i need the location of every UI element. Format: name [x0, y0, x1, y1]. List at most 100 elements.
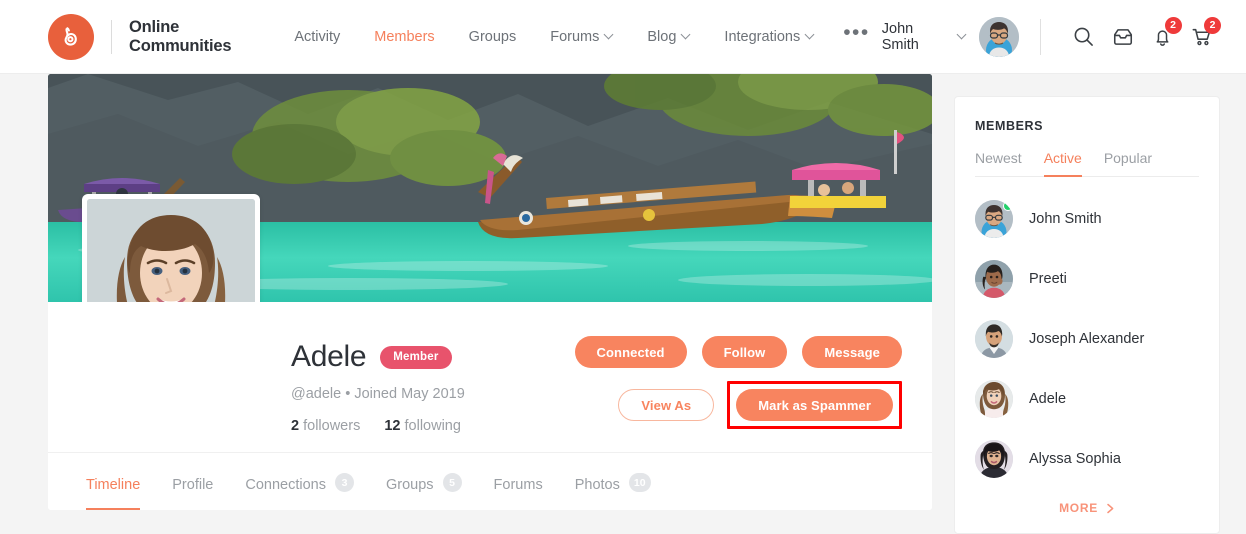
- members-widget: MEMBERS Newest Active Popular: [954, 96, 1220, 534]
- tab-count-badge: 5: [443, 473, 462, 492]
- profile-counts: 2 followers 12 following: [291, 418, 465, 434]
- tab-label: Timeline: [86, 477, 140, 493]
- profile-body: Adele Member @adele • Joined May 2019 2 …: [48, 302, 932, 452]
- main-column: Adele Member @adele • Joined May 2019 2 …: [48, 74, 932, 527]
- secondary-action-row: View As Mark as Spammer: [618, 381, 902, 429]
- nav-label: Groups: [469, 29, 517, 45]
- tab-label: Connections: [245, 477, 326, 493]
- chevron-down-icon[interactable]: [958, 31, 965, 39]
- tab-count-badge: 10: [629, 473, 651, 492]
- brand-name: Online Communities: [129, 18, 231, 55]
- search-icon[interactable]: [1068, 20, 1099, 54]
- avatar[interactable]: [979, 17, 1019, 57]
- tab-label: Groups: [386, 477, 434, 493]
- sidebar: MEMBERS Newest Active Popular: [954, 74, 1220, 527]
- current-user-name[interactable]: John Smith: [882, 21, 949, 53]
- following-number: 12: [384, 418, 400, 434]
- avatar: [975, 260, 1013, 298]
- connected-button[interactable]: Connected: [575, 336, 687, 368]
- member-name: John Smith: [1029, 211, 1102, 227]
- nav-label: Blog: [647, 29, 676, 45]
- member-name: Adele: [1029, 391, 1066, 407]
- header-right: John Smith: [882, 17, 1218, 57]
- more-label: MORE: [1059, 501, 1098, 515]
- highlight-box: Mark as Spammer: [727, 381, 902, 429]
- tab-label: Photos: [575, 477, 620, 493]
- list-item[interactable]: Joseph Alexander: [975, 309, 1199, 369]
- widget-tab-popular[interactable]: Popular: [1104, 150, 1152, 176]
- follow-button[interactable]: Follow: [702, 336, 788, 368]
- nav-item-integrations[interactable]: Integrations: [707, 29, 831, 45]
- nav-item-forums[interactable]: Forums: [533, 29, 630, 45]
- list-item[interactable]: Alyssa Sophia: [975, 429, 1199, 489]
- list-item[interactable]: John Smith: [975, 189, 1199, 249]
- nav-item-activity[interactable]: Activity: [277, 29, 357, 45]
- nav-more-icon[interactable]: •••: [831, 28, 882, 46]
- avatar: [975, 200, 1013, 238]
- following-count[interactable]: 12 following: [384, 418, 461, 434]
- followers-number: 2: [291, 418, 299, 434]
- following-label: following: [405, 418, 461, 434]
- widget-tab-active[interactable]: Active: [1044, 150, 1082, 176]
- followers-label: followers: [303, 418, 360, 434]
- more-link[interactable]: MORE: [975, 501, 1199, 515]
- members-widget-title: MEMBERS: [975, 119, 1199, 133]
- member-name: Joseph Alexander: [1029, 331, 1144, 347]
- avatar: [975, 440, 1013, 478]
- avatar: [975, 320, 1013, 358]
- widget-tab-label: Newest: [975, 150, 1022, 166]
- site-header: Online Communities Activity Members Grou…: [0, 0, 1246, 74]
- notification-bell-icon[interactable]: 2: [1147, 20, 1178, 54]
- nav-item-members[interactable]: Members: [357, 29, 451, 45]
- shopping-cart-icon[interactable]: 2: [1187, 20, 1218, 54]
- tab-forums[interactable]: Forums: [478, 453, 559, 510]
- tab-label: Forums: [494, 477, 543, 493]
- list-item[interactable]: Adele: [975, 369, 1199, 429]
- nav-item-blog[interactable]: Blog: [630, 29, 707, 45]
- tab-count-badge: 3: [335, 473, 354, 492]
- brand[interactable]: Online Communities: [48, 14, 231, 60]
- list-item[interactable]: Preeti: [975, 249, 1199, 309]
- page-title: Adele: [291, 340, 366, 374]
- brand-divider: [111, 20, 112, 54]
- tab-profile[interactable]: Profile: [156, 453, 229, 510]
- profile-card: Adele Member @adele • Joined May 2019 2 …: [48, 74, 932, 510]
- tab-connections[interactable]: Connections 3: [229, 453, 370, 510]
- main-navigation: Activity Members Groups Forums Blog Inte…: [277, 28, 881, 46]
- brand-name-line1: Online: [129, 18, 231, 37]
- online-status-dot: [1003, 201, 1013, 211]
- tab-groups[interactable]: Groups 5: [370, 453, 478, 510]
- nav-label: Activity: [294, 29, 340, 45]
- primary-action-row: Connected Follow Message: [575, 336, 902, 368]
- inbox-icon[interactable]: [1108, 20, 1139, 54]
- tab-timeline[interactable]: Timeline: [70, 453, 156, 510]
- mark-as-spammer-button[interactable]: Mark as Spammer: [736, 389, 893, 421]
- cover-photo[interactable]: [48, 74, 932, 302]
- chevron-down-icon: [682, 31, 690, 39]
- member-name: Preeti: [1029, 271, 1067, 287]
- profile-avatar-frame[interactable]: [82, 194, 260, 302]
- tab-label: Profile: [172, 477, 213, 493]
- chevron-down-icon: [806, 31, 814, 39]
- brand-name-line2: Communities: [129, 37, 231, 56]
- tab-photos[interactable]: Photos 10: [559, 453, 667, 510]
- page-body: Adele Member @adele • Joined May 2019 2 …: [0, 74, 1246, 527]
- status-badge: Member: [380, 346, 451, 369]
- widget-tab-label: Active: [1044, 150, 1082, 166]
- nav-item-groups[interactable]: Groups: [452, 29, 534, 45]
- view-as-button[interactable]: View As: [618, 389, 714, 421]
- header-divider: [1040, 19, 1041, 55]
- profile-tabs: Timeline Profile Connections 3 Groups 5 …: [48, 452, 932, 510]
- cart-count-badge: 2: [1204, 17, 1221, 34]
- profile-name-row: Adele Member: [291, 340, 465, 374]
- avatar: [975, 380, 1013, 418]
- profile-identity: Adele Member @adele • Joined May 2019 2 …: [291, 326, 465, 452]
- profile-actions: Connected Follow Message View As Mark as…: [575, 326, 902, 452]
- chevron-right-icon: [1106, 503, 1115, 514]
- message-button[interactable]: Message: [802, 336, 902, 368]
- followers-count[interactable]: 2 followers: [291, 418, 360, 434]
- widget-tab-newest[interactable]: Newest: [975, 150, 1022, 176]
- nav-label: Forums: [550, 29, 599, 45]
- widget-tab-label: Popular: [1104, 150, 1152, 166]
- members-widget-tabs: Newest Active Popular: [975, 150, 1199, 177]
